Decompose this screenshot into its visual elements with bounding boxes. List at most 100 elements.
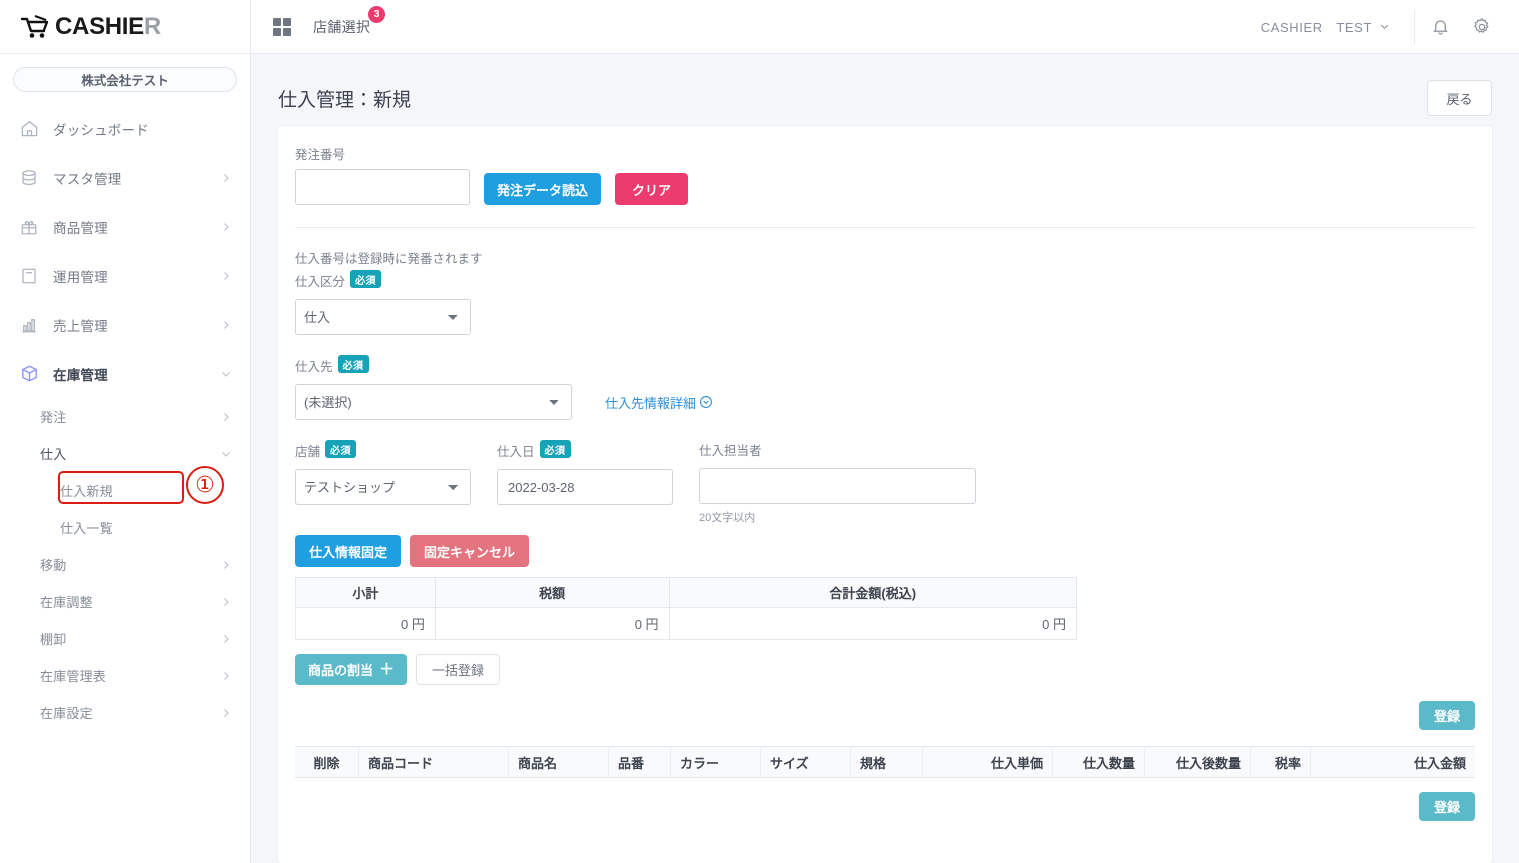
gift-icon: [18, 216, 40, 238]
home-icon: [18, 118, 40, 140]
sidebar-item-label: 移動: [40, 558, 67, 573]
back-button[interactable]: 戻る: [1427, 80, 1492, 116]
box-icon: [18, 363, 40, 385]
shop-required-badge: 必須: [325, 440, 357, 458]
user-menu[interactable]: CASHIER TEST: [1261, 17, 1410, 36]
clear-button[interactable]: クリア: [615, 173, 689, 205]
sidebar-item-label: 在庫設定: [40, 706, 93, 721]
sidebar-item-order[interactable]: 発注: [0, 398, 250, 435]
totals-header-cell: 合計金額(税込): [668, 577, 1078, 608]
sidebar-item-label: 在庫管理表: [40, 669, 107, 684]
sidebar-item-inventory[interactable]: 在庫管理: [0, 349, 250, 398]
sidebar-item-stock-report[interactable]: 在庫管理表: [0, 657, 250, 694]
circle-chevron-down-icon: [700, 396, 712, 408]
items-header-cell: 仕入後数量: [1145, 746, 1251, 778]
chevron-down-icon: [222, 451, 230, 457]
chevron-right-icon: [224, 173, 229, 182]
items-header-cell: 削除: [295, 746, 359, 778]
kubun-select[interactable]: 仕入: [295, 299, 471, 335]
sidebar-item-sales[interactable]: 売上管理: [0, 300, 250, 349]
items-header-cell: 品番: [609, 746, 671, 778]
items-header-cell: 仕入数量: [1053, 746, 1145, 778]
sidebar-item-operation[interactable]: 運用管理: [0, 251, 250, 300]
brand-name-tail: R: [143, 12, 161, 40]
items-header-cell: 税率: [1251, 746, 1311, 778]
sidebar-item-purchase-list[interactable]: 仕入一覧: [0, 509, 250, 546]
sidebar-item-transfer[interactable]: 移動: [0, 546, 250, 583]
items-table-header: 削除 商品コード 商品名 品番 カラー サイズ 規格 仕入単価 仕入数量 仕入後…: [295, 746, 1475, 778]
staff-input[interactable]: [699, 468, 976, 504]
purchase-date-input[interactable]: [497, 469, 673, 505]
app-root: CASHIER 株式会社テスト ダッシュボード マスタ管理 商品管理 運用管理 …: [0, 0, 1519, 863]
sidebar-item-stock-settings[interactable]: 在庫設定: [0, 694, 250, 731]
chevron-right-icon: [224, 560, 229, 569]
sidebar-item-label: 仕入一覧: [60, 521, 113, 536]
totals-header-cell: 小計: [295, 577, 436, 608]
shop-select[interactable]: テストショップ: [295, 469, 471, 505]
brand-logo[interactable]: CASHIER: [0, 0, 250, 54]
apps-grid-icon[interactable]: [273, 17, 291, 36]
sidebar-item-stocktaking[interactable]: 棚卸: [0, 620, 250, 657]
plus-icon: ＋: [379, 661, 395, 678]
order-no-row: 発注データ読込 クリア: [295, 169, 1475, 205]
date-label: 仕入日: [497, 445, 535, 459]
assign-product-label: 商品の割当: [308, 663, 374, 678]
sidebar-item-product[interactable]: 商品管理: [0, 202, 250, 251]
totals-cell-tax: 0 円: [434, 607, 670, 640]
staff-hint: 20文字以内: [699, 512, 756, 524]
cancel-fix-button[interactable]: 固定キャンセル: [410, 535, 530, 567]
load-order-data-button[interactable]: 発注データ読込: [484, 173, 602, 205]
date-field: 仕入日 必須: [497, 440, 673, 525]
items-header-cell: 商品コード: [359, 746, 509, 778]
chevron-down-icon: [1380, 24, 1389, 30]
kubun-label: 仕入区分: [295, 275, 346, 289]
order-no-input[interactable]: [295, 169, 470, 205]
shopping-cart-icon: [20, 14, 49, 38]
date-required-badge: 必須: [539, 440, 571, 458]
bell-icon: [1432, 20, 1448, 35]
totals-table: 小計 税額 合計金額(税込) 0 円 0 円 0 円: [295, 577, 1078, 640]
clipboard-icon: [18, 265, 40, 287]
sidebar-item-purchase[interactable]: 仕入: [0, 435, 250, 472]
sidebar-item-label: 在庫管理: [53, 367, 108, 383]
register-button-bottom[interactable]: 登録: [1418, 792, 1475, 821]
sidebar: CASHIER 株式会社テスト ダッシュボード マスタ管理 商品管理 運用管理 …: [0, 0, 251, 863]
sidebar-item-dashboard[interactable]: ダッシュボード: [0, 104, 250, 153]
gear-icon: [1473, 17, 1489, 33]
settings-button[interactable]: [1461, 6, 1503, 48]
sidebar-item-stock-adjust[interactable]: 在庫調整: [0, 583, 250, 620]
totals-table-row: 0 円 0 円 0 円: [295, 607, 1078, 640]
sidebar-nav: ダッシュボード マスタ管理 商品管理 運用管理 売上管理 在庫管理 発注 仕入 …: [0, 98, 250, 731]
purchase-form-card: 発注番号 発注データ読込 クリア 仕入番号は登録時に発番されます 仕入区分 必須 …: [278, 126, 1492, 863]
top-bar: 店舗選択 3 CASHIER TEST: [251, 0, 1519, 54]
chevron-right-icon: [224, 708, 229, 717]
page-title: 仕入管理：新規: [278, 89, 412, 111]
bulk-register-button[interactable]: 一括登録: [416, 654, 501, 685]
kubun-required-badge: 必須: [350, 270, 382, 288]
register-button-top[interactable]: 登録: [1418, 701, 1475, 730]
totals-cell-subtotal: 0 円: [295, 607, 436, 640]
topbar-divider: [1414, 9, 1415, 44]
shop-selector[interactable]: 店舗選択 3: [313, 5, 386, 37]
sidebar-item-purchase-new[interactable]: 仕入新規: [0, 472, 250, 509]
chevron-right-icon: [224, 671, 229, 680]
company-pill[interactable]: 株式会社テスト: [13, 67, 237, 92]
chevron-right-icon: [224, 271, 229, 280]
supplier-select[interactable]: (未選択): [295, 384, 572, 420]
totals-table-header-row: 小計 税額 合計金額(税込): [295, 577, 1078, 608]
notifications-button[interactable]: [1419, 6, 1461, 48]
sidebar-item-label: 売上管理: [53, 318, 108, 334]
items-header-cell: 商品名: [509, 746, 609, 778]
chevron-right-icon: [224, 320, 229, 329]
staff-field: 仕入担当者 20文字以内: [699, 440, 976, 525]
supplier-detail-link[interactable]: 仕入先情報詳細: [605, 393, 713, 412]
assign-product-button[interactable]: 商品の割当 ＋: [295, 654, 408, 685]
sidebar-subnav-inventory: 発注 仕入 仕入新規 仕入一覧 移動 在庫調整 棚卸 在庫管理表 在庫設定: [0, 398, 250, 731]
sidebar-item-label: 棚卸: [40, 632, 67, 647]
supplier-label: 仕入先: [295, 360, 333, 374]
items-header-cell: カラー: [671, 746, 761, 778]
fix-purchase-info-button[interactable]: 仕入情報固定: [295, 535, 402, 567]
sidebar-item-master[interactable]: マスタ管理: [0, 153, 250, 202]
shop-count-badge: 3: [368, 5, 386, 23]
chevron-right-icon: [224, 412, 229, 421]
